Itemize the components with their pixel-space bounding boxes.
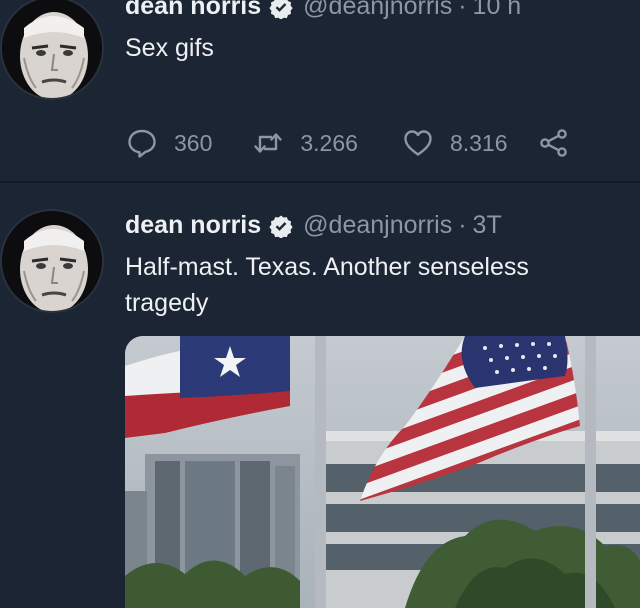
verified-badge-icon [269, 0, 293, 20]
retweet-count: 3.266 [300, 129, 358, 156]
author-handle[interactable]: @deanjnorris [303, 211, 452, 240]
heart-icon [404, 130, 432, 156]
tweet-header: dean norris @deanjnorris · 10 h [125, 0, 521, 21]
tweet[interactable]: dean norris @deanjnorris · 3T Half-mast.… [0, 183, 640, 608]
reply-button[interactable]: 360 [126, 127, 212, 159]
share-icon [539, 129, 567, 157]
author-handle[interactable]: @deanjnorris [303, 0, 452, 21]
share-button[interactable] [538, 127, 586, 159]
timestamp[interactable]: 3T [473, 211, 502, 240]
like-button[interactable]: 8.316 [402, 127, 508, 159]
tweet-header: dean norris @deanjnorris · 3T [125, 211, 502, 240]
timestamp[interactable]: 10 h [473, 0, 522, 21]
tweet-text: Half-mast. Texas. Another senseless trag… [125, 249, 630, 321]
avatar[interactable] [0, 0, 104, 100]
tweet-text-line: tragedy [125, 289, 209, 317]
separator-dot: · [458, 0, 467, 20]
tweet-actions: 360 3.266 8.316 [126, 127, 586, 159]
tweet[interactable]: dean norris @deanjnorris · 10 h Sex gifs… [0, 0, 640, 181]
like-count: 8.316 [449, 129, 508, 156]
tweet-media-image[interactable] [125, 336, 640, 608]
flags-half-mast-photo [125, 336, 640, 608]
reply-count: 360 [174, 129, 213, 156]
avatar-image [2, 0, 102, 98]
avatar[interactable] [0, 209, 104, 313]
tweet-text-line: Half-mast. Texas. Another senseless [125, 253, 529, 281]
separator-dot: · [458, 211, 467, 239]
speech-bubble-icon [128, 129, 156, 158]
author-name[interactable]: dean norris [125, 211, 261, 240]
verified-badge-icon [269, 214, 293, 239]
tweet-text: Sex gifs [125, 34, 214, 62]
retweet-button[interactable]: 3.266 [252, 127, 358, 159]
avatar-image [2, 211, 102, 311]
retweet-icon [254, 133, 283, 153]
author-name[interactable]: dean norris [125, 0, 261, 21]
